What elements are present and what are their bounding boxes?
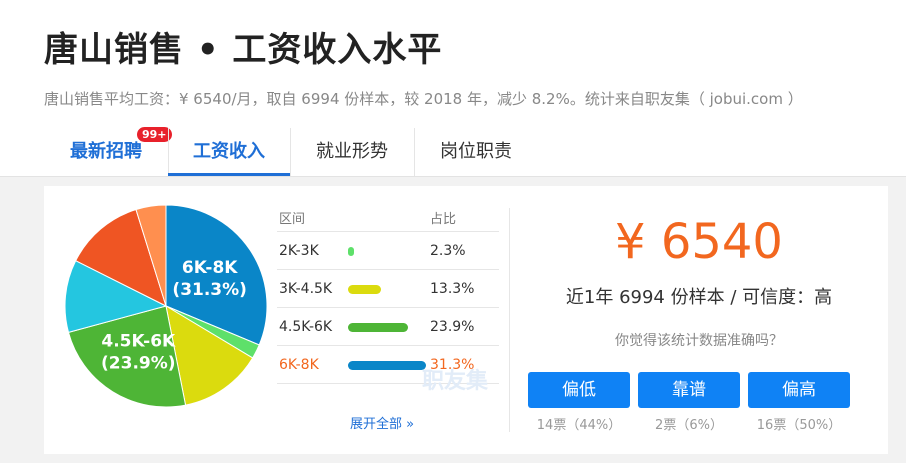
range-percent: 23.9% [430, 319, 475, 335]
page-title: 唐山销售 • 工资收入水平 [44, 30, 443, 70]
range-label: 2K-3K [279, 243, 319, 259]
vote-accurate-button[interactable]: 靠谱 [638, 372, 740, 408]
range-label: 3K-4.5K [279, 281, 333, 297]
watermark: 职友集 [422, 369, 489, 394]
pie-slice-label: (23.9%) [101, 354, 176, 374]
tab-employment[interactable]: 就业形势 [290, 128, 414, 176]
range-label: 6K-8K [279, 357, 319, 373]
range-bar [348, 323, 408, 332]
tab-bar: 最新招聘 99+ 工资收入 就业形势 岗位职责 [44, 126, 906, 176]
range-label: 4.5K-6K [279, 319, 333, 335]
tab-salary[interactable]: 工资收入 [168, 128, 290, 176]
average-salary: ¥ 6540 [615, 214, 783, 270]
vote-too-low-button[interactable]: 偏低 [528, 372, 630, 408]
tab-latest-jobs-label: 最新招聘 [70, 141, 142, 162]
tab-latest-jobs[interactable]: 最新招聘 99+ [44, 126, 173, 176]
pie-slice-label: 4.5K-6K [101, 332, 176, 352]
expand-all-link[interactable]: 展开全部 » [350, 413, 414, 432]
sample-info: 近1年 6994 份样本 / 可信度：高 [565, 287, 833, 308]
range-bar [348, 247, 354, 256]
range-percent: 13.3% [430, 281, 475, 297]
range-bar [348, 361, 426, 370]
range-bar [348, 285, 381, 294]
salary-summary-line: 唐山销售平均工资：¥ 6540/月，取自 6994 份样本，较 2018 年，减… [44, 90, 803, 108]
vote-count: 2票（6%） [655, 418, 723, 433]
table-row: 4.5K-6K 23.9% [277, 308, 499, 346]
salary-distribution-pie-chart: 6K-8K(31.3%) 4.5K-6K(23.9%) [64, 204, 268, 408]
column-header-range: 区间 [279, 212, 306, 227]
table-row: 2K-3K 2.3% [277, 232, 499, 270]
accuracy-question: 你觉得该统计数据准确吗？ [615, 333, 783, 349]
table-row: 3K-4.5K 13.3% [277, 270, 499, 308]
vote-count: 14票（44%） [536, 418, 622, 433]
salary-panel: 6K-8K (31.3%) 4.5K-6K (23.9%) 区间 占比 2K-3K 2… [44, 186, 888, 454]
pie-slice-label: 6K-8K [182, 258, 238, 278]
column-header-percent: 占比 [430, 212, 457, 227]
tab-duties[interactable]: 岗位职责 [414, 128, 538, 176]
table-header: 区间 占比 [277, 204, 499, 232]
pie-slice-label: (31.3%) [172, 280, 247, 300]
range-percent: 2.3% [430, 243, 466, 259]
vote-count: 16票（50%） [756, 418, 842, 433]
salary-range-table: 区间 占比 2K-3K 2.3% 3K-4.5K 13.3% 4.5K-6K 2… [277, 204, 499, 384]
vote-too-high-button[interactable]: 偏高 [748, 372, 850, 408]
